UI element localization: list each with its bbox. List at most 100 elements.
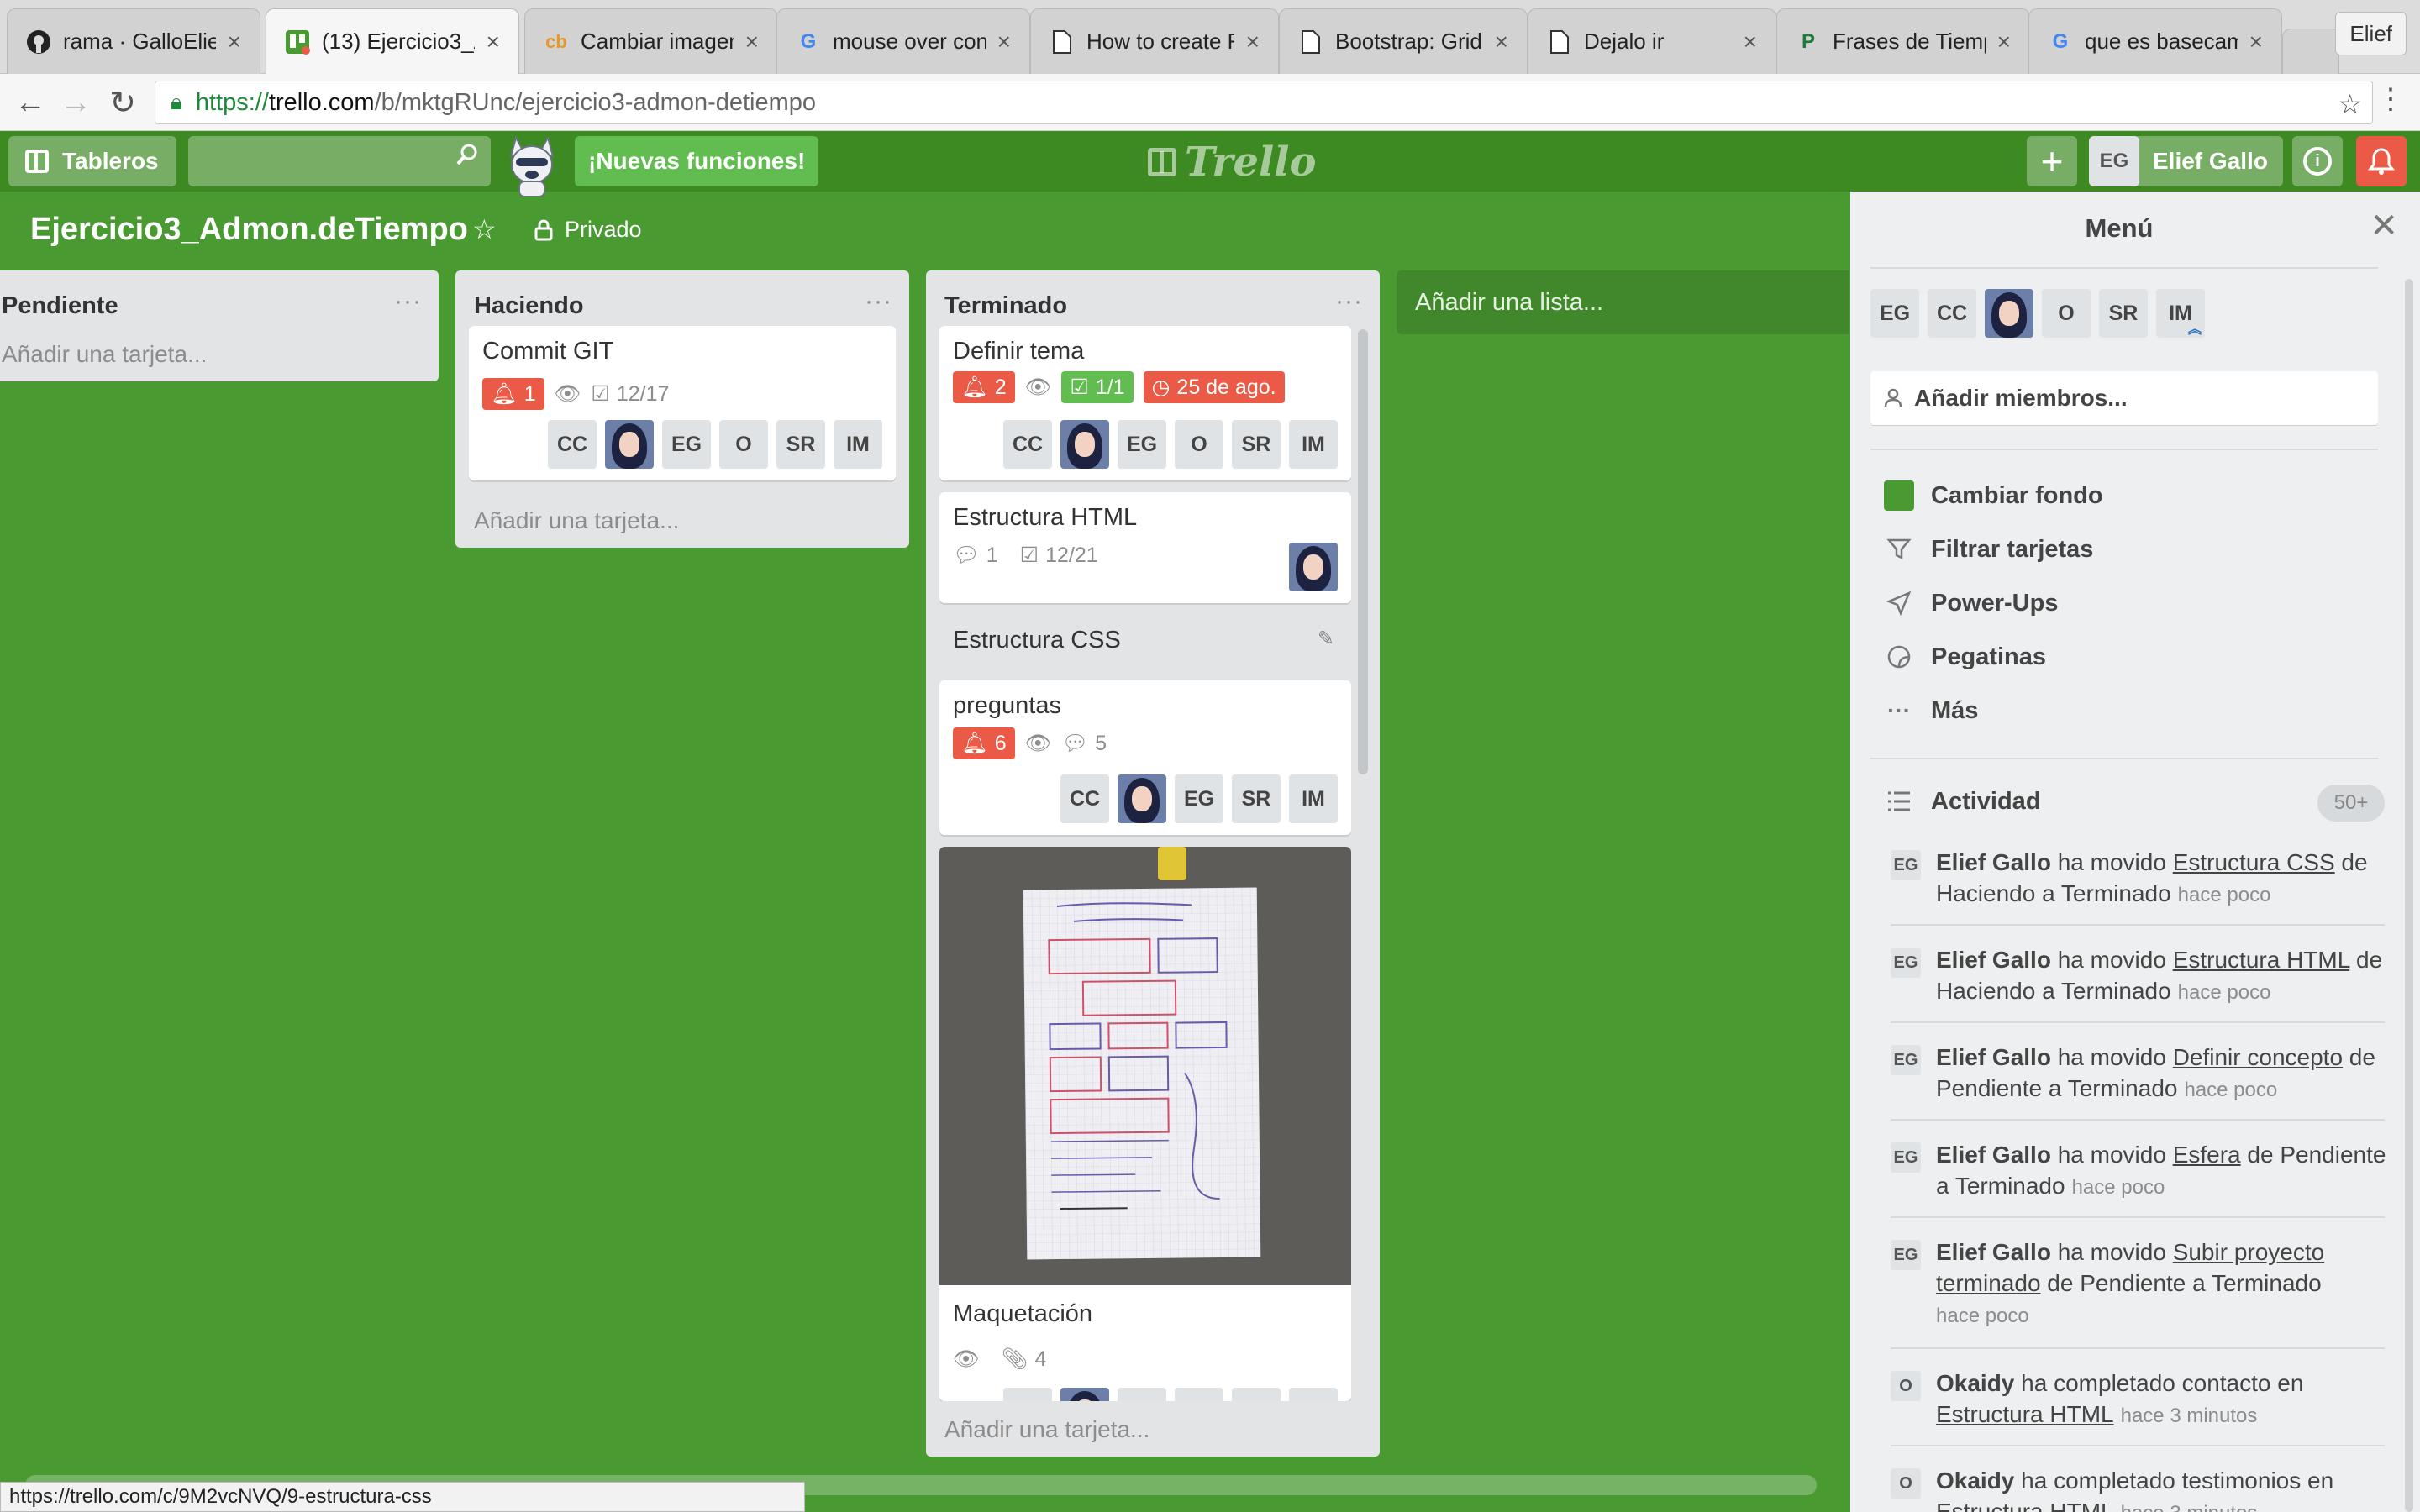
sidebar-item-filter-cards[interactable]: Filtrar tarjetas xyxy=(1884,531,2093,568)
member-eg[interactable]: EG xyxy=(1870,289,1919,338)
browser-tab-active[interactable]: (13) Ejercicio3_A × xyxy=(266,8,519,74)
close-tab-icon[interactable]: × xyxy=(1246,29,1260,55)
board-title[interactable]: Ejercicio3_Admon.deTiempo xyxy=(30,212,468,248)
activity-user[interactable]: Elief Gallo xyxy=(1936,849,2051,875)
member-o[interactable]: O xyxy=(2042,289,2091,338)
forward-arrow-icon[interactable]: → xyxy=(59,85,92,120)
star-board-icon[interactable]: ☆ xyxy=(472,213,497,245)
member-im[interactable]: IM xyxy=(1289,420,1338,469)
member-eg[interactable]: EG xyxy=(1118,1388,1166,1401)
activity-card-link[interactable]: Esfera xyxy=(2173,1142,2241,1168)
sidebar-item-more[interactable]: ··· Más xyxy=(1884,692,1978,729)
bookmark-star-icon[interactable]: ☆ xyxy=(2338,88,2362,120)
member-avatar[interactable] xyxy=(1060,420,1109,469)
board-visibility-button[interactable]: Privado xyxy=(534,217,642,243)
card-definir-tema[interactable]: Definir tema 🔔︎ 2 👁︎ ☑ 1/1 ◷ 25 de ago. CC … xyxy=(939,326,1351,480)
close-tab-icon[interactable]: × xyxy=(228,29,241,55)
member-avatar[interactable] xyxy=(1118,774,1166,823)
sidebar-item-change-background[interactable]: Cambiar fondo xyxy=(1884,477,2103,514)
browser-tab[interactable]: G mouse over con × xyxy=(776,8,1030,74)
activity-time[interactable]: hace poco xyxy=(2072,1176,2165,1199)
member-cc[interactable]: CC xyxy=(1003,420,1052,469)
activity-avatar[interactable]: O xyxy=(1891,1468,1921,1499)
sidebar-item-stickers[interactable]: Pegatinas xyxy=(1884,638,2046,675)
list-title[interactable]: Pendiente xyxy=(2,292,118,320)
card-maquetacion[interactable]: Maquetación 👁︎ 📎︎4 CC EG O SR IM xyxy=(939,847,1351,1401)
add-members-button[interactable]: Añadir miembros... xyxy=(1870,371,2378,425)
card-commit-git[interactable]: Commit GIT 🔔︎ 1 👁︎ ☑ 12/17 CC EG O SR IM xyxy=(469,326,896,480)
member-avatar[interactable] xyxy=(1289,543,1338,591)
activity-avatar[interactable]: EG xyxy=(1891,1045,1921,1075)
address-bar[interactable]: 🔒︎ https://trello.com/b/mktgRUnc/ejercic… xyxy=(155,81,2373,124)
member-avatar[interactable] xyxy=(605,420,654,469)
notifications-button[interactable] xyxy=(2356,136,2407,186)
member-avatar[interactable] xyxy=(1985,289,2033,338)
member-cc[interactable]: CC xyxy=(1928,289,1976,338)
activity-user[interactable]: Okaidy xyxy=(1936,1370,2014,1396)
browser-tab[interactable]: Bootstrap: Grid S × xyxy=(1279,8,1528,74)
browser-tab[interactable]: Dejalo ir × xyxy=(1528,8,1776,74)
activity-time[interactable]: hace poco xyxy=(2184,1079,2277,1101)
activity-user[interactable]: Elief Gallo xyxy=(1936,947,2051,973)
list-title[interactable]: Haciendo xyxy=(474,292,584,320)
edit-pencil-icon[interactable]: ✎ xyxy=(1318,627,1334,651)
activity-time[interactable]: hace poco xyxy=(1936,1305,2029,1327)
activity-time[interactable]: hace 3 minutos xyxy=(2121,1502,2258,1512)
close-tab-icon[interactable]: × xyxy=(1997,29,2011,55)
member-avatar[interactable] xyxy=(1060,1388,1109,1401)
close-tab-icon[interactable]: × xyxy=(1495,29,1508,55)
card-preguntas[interactable]: preguntas 🔔︎ 6 👁︎ 💬︎ 5 CC EG SR IM xyxy=(939,680,1351,835)
member-sr[interactable]: SR xyxy=(2099,289,2148,338)
member-sr[interactable]: SR xyxy=(776,420,825,469)
user-menu-button[interactable]: EG Elief Gallo xyxy=(2089,136,2283,186)
add-card-button[interactable]: Añadir una tarjeta... xyxy=(2,341,207,368)
activity-time[interactable]: hace 3 minutos xyxy=(2121,1404,2258,1427)
list-title[interactable]: Terminado xyxy=(944,292,1067,320)
member-cc[interactable]: CC xyxy=(1060,774,1109,823)
member-sr[interactable]: SR xyxy=(1232,1388,1281,1401)
activity-avatar[interactable]: EG xyxy=(1891,850,1921,880)
activity-user[interactable]: Elief Gallo xyxy=(1936,1044,2051,1070)
activity-card-link[interactable]: Estructura HTML xyxy=(1936,1499,2114,1512)
browser-tab[interactable]: P Frases de Tiemp × xyxy=(1776,8,2030,74)
boards-button[interactable]: Tableros xyxy=(8,136,176,186)
member-im[interactable]: IM ︽ xyxy=(2156,289,2205,338)
member-cc[interactable]: CC xyxy=(548,420,597,469)
back-arrow-icon[interactable]: ← xyxy=(13,85,47,120)
close-tab-icon[interactable]: × xyxy=(745,29,759,55)
new-features-button[interactable]: ¡Nuevas funciones! xyxy=(575,136,819,186)
member-im[interactable]: IM xyxy=(834,420,882,469)
browser-tab[interactable]: G que es basecamp × xyxy=(2028,8,2282,74)
browser-tab[interactable]: How to create Fu × xyxy=(1030,8,1279,74)
activity-card-link[interactable]: Estructura HTML xyxy=(1936,1401,2114,1427)
member-o[interactable]: O xyxy=(1175,420,1223,469)
list-menu-icon[interactable]: ··· xyxy=(865,287,892,316)
search-input[interactable] xyxy=(188,136,491,186)
add-card-button[interactable]: Añadir una tarjeta... xyxy=(474,507,679,534)
close-tab-icon[interactable]: × xyxy=(997,29,1011,55)
member-sr[interactable]: SR xyxy=(1232,774,1281,823)
add-button[interactable]: + xyxy=(2027,136,2077,186)
trello-logo[interactable]: Trello xyxy=(1148,139,1317,186)
info-button[interactable]: i xyxy=(2292,136,2343,186)
list-menu-icon[interactable]: ··· xyxy=(1335,287,1363,316)
activity-time[interactable]: hace poco xyxy=(2178,884,2271,906)
card-estructura-html[interactable]: Estructura HTML 💬︎ 1 ☑ 12/21 xyxy=(939,492,1351,603)
activity-time[interactable]: hace poco xyxy=(2178,981,2271,1004)
activity-avatar[interactable]: EG xyxy=(1891,1142,1921,1173)
member-cc[interactable]: CC xyxy=(1003,1388,1052,1401)
activity-avatar[interactable]: EG xyxy=(1891,948,1921,978)
member-eg[interactable]: EG xyxy=(1118,420,1166,469)
member-eg[interactable]: EG xyxy=(1175,774,1223,823)
activity-card-link[interactable]: Definir concepto xyxy=(2173,1044,2343,1070)
browser-tab[interactable]: rama · GalloElief × xyxy=(7,8,260,74)
activity-card-link[interactable]: Estructura HTML xyxy=(2173,947,2350,973)
list-menu-icon[interactable]: ··· xyxy=(394,287,422,316)
browser-tab[interactable]: cb Cambiar imagen × xyxy=(524,8,778,74)
activity-user[interactable]: Okaidy xyxy=(1936,1467,2014,1494)
activity-avatar[interactable]: O xyxy=(1891,1371,1921,1401)
card-estructura-css[interactable]: Estructura CSS ✎ xyxy=(939,615,1351,669)
sidebar-scrollbar[interactable] xyxy=(2405,279,2413,1512)
add-card-button[interactable]: Añadir una tarjeta... xyxy=(944,1416,1150,1443)
member-sr[interactable]: SR xyxy=(1232,420,1281,469)
